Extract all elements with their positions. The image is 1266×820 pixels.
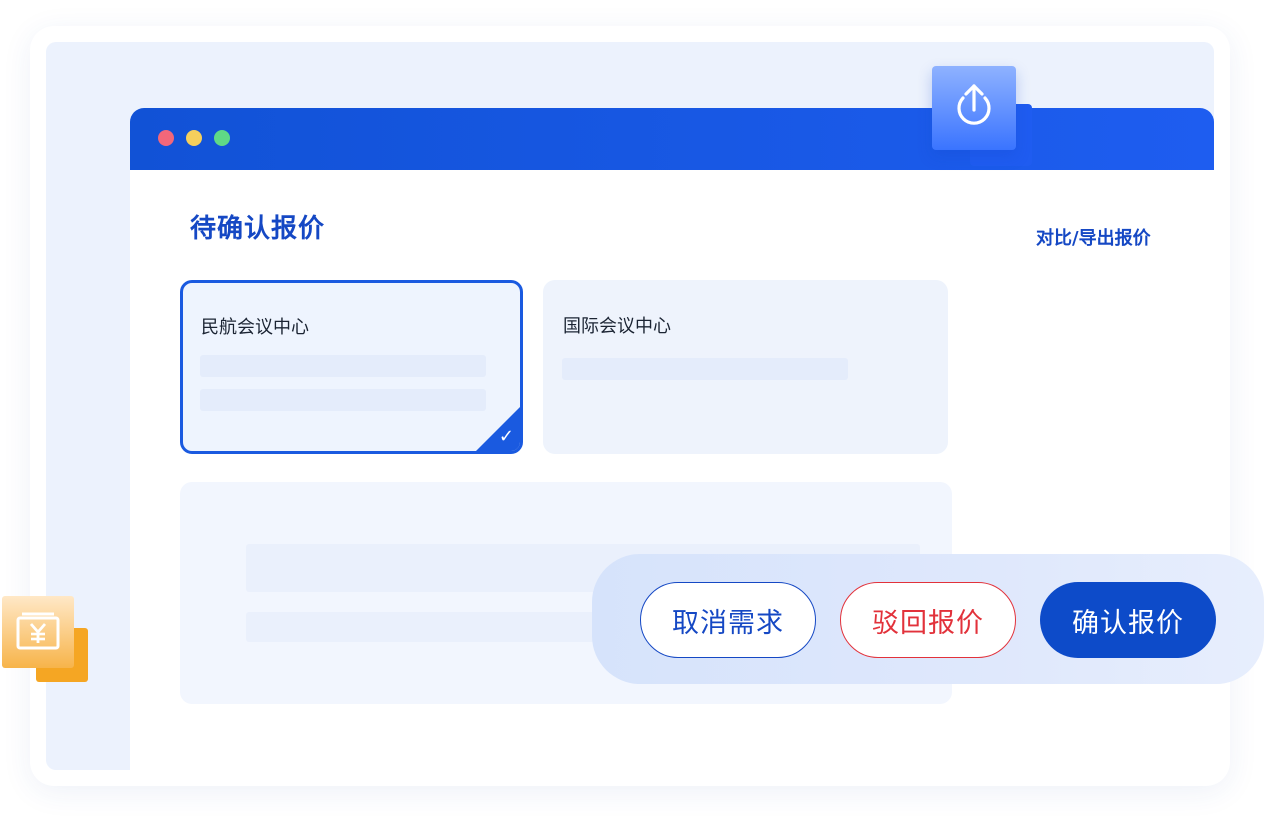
skeleton-line: [200, 355, 486, 377]
skeleton-line: [562, 358, 848, 380]
skeleton-line: [200, 389, 486, 411]
venue-card-selected[interactable]: 民航会议中心 ✓: [180, 280, 523, 454]
venue-name: 国际会议中心: [563, 316, 671, 337]
maximize-dot[interactable]: [214, 130, 230, 146]
venue-card[interactable]: 国际会议中心: [543, 280, 948, 454]
yuan-money-icon: [2, 596, 74, 668]
check-icon: ✓: [498, 426, 514, 447]
cancel-request-button[interactable]: 取消需求: [640, 582, 816, 658]
title-bar: [130, 108, 1214, 170]
upload-icon[interactable]: [932, 66, 1016, 150]
confirm-quote-button[interactable]: 确认报价: [1040, 582, 1216, 658]
minimize-dot[interactable]: [186, 130, 202, 146]
export-compare-link[interactable]: 对比/导出报价: [1036, 224, 1151, 250]
page-title: 待确认报价: [190, 214, 326, 244]
action-bar: 取消需求 驳回报价 确认报价: [592, 554, 1264, 684]
venue-name: 民航会议中心: [201, 317, 309, 338]
close-dot[interactable]: [158, 130, 174, 146]
reject-quote-button[interactable]: 驳回报价: [840, 582, 1016, 658]
